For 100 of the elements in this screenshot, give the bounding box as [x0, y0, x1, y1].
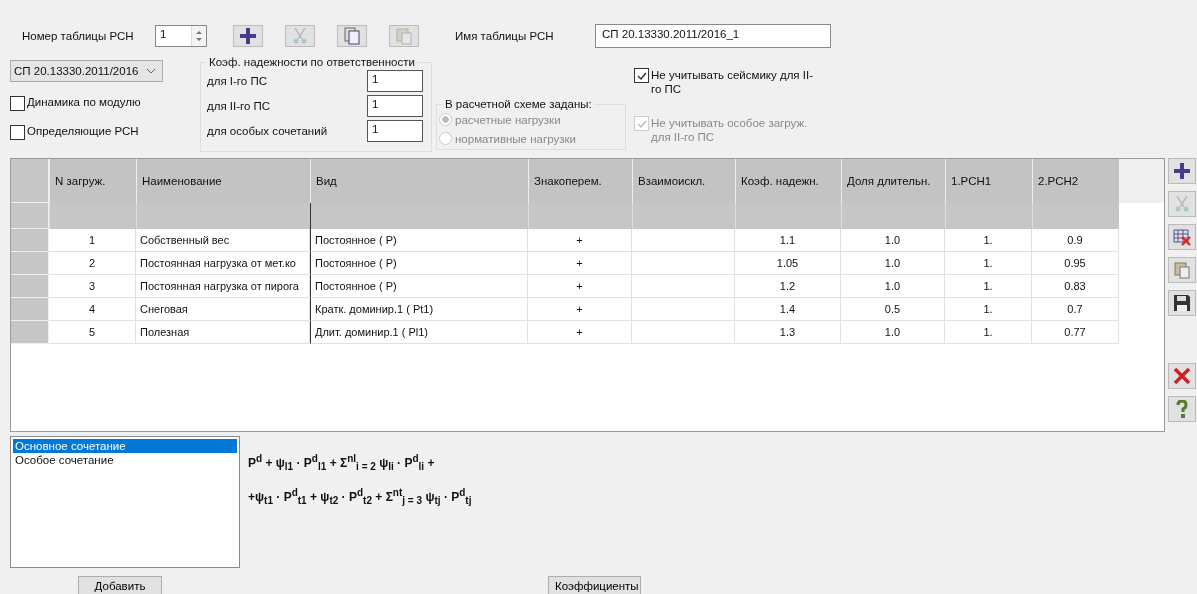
radio-label: нормативные нагрузки	[455, 132, 576, 145]
plus-icon	[1173, 162, 1191, 180]
table-name-field[interactable]: СП 20.13330.2011/2016_1	[595, 24, 831, 48]
copy-icon	[343, 27, 361, 45]
save-icon	[1173, 294, 1191, 312]
checkbox[interactable]	[10, 96, 25, 111]
column-header[interactable]: N загруж.	[49, 159, 136, 203]
table-cell: 1.	[945, 321, 1032, 344]
checkbox[interactable]	[10, 125, 25, 140]
table-cell: 1.	[945, 298, 1032, 321]
delete-grid-icon	[1173, 228, 1191, 246]
row-header[interactable]	[11, 252, 49, 275]
row-header[interactable]	[11, 298, 49, 321]
table-cell: +	[528, 275, 632, 298]
corner-header	[11, 159, 49, 203]
table-cell: 1.0	[841, 321, 945, 344]
field-label: для II-го ПС	[207, 99, 271, 112]
help-button[interactable]	[1168, 396, 1196, 422]
scissors-icon	[291, 27, 309, 45]
table-cell: 1.	[945, 252, 1032, 275]
close-icon	[1173, 367, 1191, 385]
table-cell: 0.5	[841, 298, 945, 321]
table-name-label: Имя таблицы РСН	[455, 30, 555, 42]
table-cell: Постоянное ( P)	[310, 275, 528, 298]
paste-icon	[1173, 261, 1191, 279]
save-button[interactable]	[1168, 290, 1196, 316]
paste-icon	[395, 27, 413, 45]
chevron-down-icon	[146, 68, 156, 74]
help-icon	[1176, 400, 1188, 418]
column-header[interactable]: Доля длительн.	[841, 159, 945, 203]
table-cell: 1.2	[735, 275, 841, 298]
checkbox-label: Не учитывать сейсмику для II-го ПС	[651, 68, 814, 96]
column-header[interactable]: Коэф. надежн.	[735, 159, 841, 203]
copy-button[interactable]	[337, 25, 367, 47]
row-header[interactable]	[11, 275, 49, 298]
list-item[interactable]: Особое сочетание	[13, 453, 237, 467]
plus-button[interactable]	[233, 25, 263, 47]
table-cell: +	[528, 321, 632, 344]
table-cell: Кратк. доминир.1 ( Pt1)	[310, 298, 528, 321]
delete-grid-button[interactable]	[1168, 224, 1196, 250]
table-cell: 1.05	[735, 252, 841, 275]
input-field[interactable]: 1	[367, 69, 423, 92]
table-cell: 1.0	[841, 275, 945, 298]
column-header[interactable]: Взаимоискл.	[632, 159, 735, 203]
checkbox[interactable]	[634, 68, 649, 83]
table-cell: Собственный вес	[136, 229, 310, 252]
column-header[interactable]: Вид	[310, 159, 528, 203]
input-field[interactable]: 1	[367, 119, 423, 142]
row-header[interactable]	[11, 321, 49, 344]
table-cell: Постоянное ( P)	[310, 229, 528, 252]
table-cell: Снеговая	[136, 298, 310, 321]
checkbox-label: Динамика по модулю	[27, 96, 141, 108]
input-field[interactable]: 1	[367, 94, 423, 117]
table-cell: 0.95	[1032, 252, 1119, 275]
norm-dropdown[interactable]: СП 20.13330.2011/2016	[10, 60, 163, 82]
radio-label: расчетные нагрузки	[455, 113, 561, 126]
group-title: В расчетной схеме заданы:	[444, 98, 593, 110]
table-cell: +	[528, 298, 632, 321]
table-cell: +	[528, 229, 632, 252]
table-cell: Постоянная нагрузка от пирога	[136, 275, 310, 298]
table-cell: Постоянное ( P)	[310, 252, 528, 275]
table-cell: 2	[49, 252, 136, 275]
plus-button[interactable]	[1168, 158, 1196, 184]
list-item[interactable]: Основное сочетание	[13, 439, 237, 453]
table-number-spinbox[interactable]: 1	[155, 25, 207, 47]
coefficients-button[interactable]: Коэффициенты	[548, 576, 641, 594]
column-header[interactable]: Наименование	[136, 159, 310, 203]
add-button[interactable]: Добавить	[78, 576, 162, 594]
table-cell: 1.0	[841, 252, 945, 275]
checkbox-label: Определяющие РСН	[27, 125, 139, 137]
delete-button[interactable]	[1168, 363, 1196, 389]
table-cell: 4	[49, 298, 136, 321]
table-cell: 5	[49, 321, 136, 344]
row-header[interactable]	[11, 229, 49, 252]
column-header[interactable]: 1.РСН1	[945, 159, 1032, 203]
table-cell: 1.3	[735, 321, 841, 344]
table-number-label: Номер таблицы РСН	[22, 30, 135, 42]
row-header	[11, 203, 49, 229]
table-cell: 1	[49, 229, 136, 252]
table-cell: 3	[49, 275, 136, 298]
formula-line: P$^{d}$ + ψ$_{l1}$ · P$^{d}$$_{l1}$ + Σ$^{nl}$$_{i = 2}$ ψ$_{li}$ · P$^{d}$$_{li}$ +	[248, 452, 436, 475]
table-cell: 1.	[945, 229, 1032, 252]
spin-arrows-icon	[195, 28, 203, 44]
paste-button[interactable]	[1168, 257, 1196, 283]
table-cell: Полезная	[136, 321, 310, 344]
table-cell: 0.9	[1032, 229, 1119, 252]
table-cell: 0.7	[1032, 298, 1119, 321]
table-cell: 1.4	[735, 298, 841, 321]
scissors-icon	[1173, 195, 1191, 213]
filter-cell[interactable]	[310, 203, 528, 229]
column-header[interactable]: Знакоперем.	[528, 159, 632, 203]
table-cell: Постоянная нагрузка от мет.ко	[136, 252, 310, 275]
table-cell: 1.1	[735, 229, 841, 252]
column-header[interactable]: 2.РСН2	[1032, 159, 1119, 203]
plus-icon	[239, 27, 257, 45]
field-label: для особых сочетаний	[207, 124, 328, 137]
table-cell: 1.	[945, 275, 1032, 298]
field-label: для I-го ПС	[207, 74, 267, 87]
table-cell: 1.0	[841, 229, 945, 252]
table-cell: +	[528, 252, 632, 275]
